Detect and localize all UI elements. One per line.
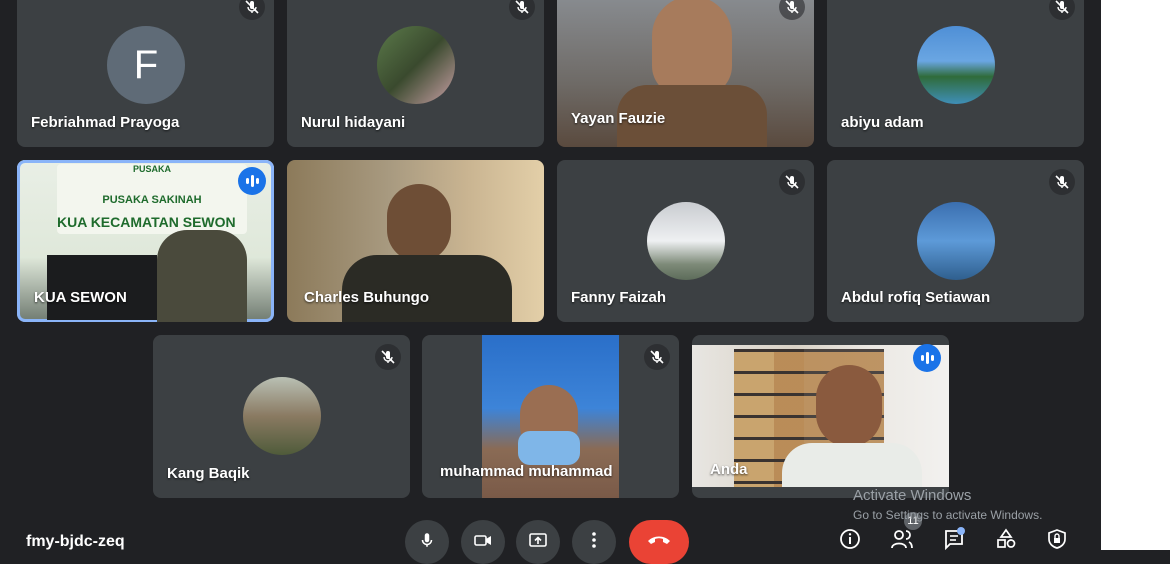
- mic-off-icon: [239, 0, 265, 20]
- participant-tile-abdul[interactable]: Abdul rofiq Setiawan: [827, 160, 1084, 322]
- more-icon: [591, 531, 597, 554]
- participant-name: Charles Buhungo: [304, 289, 430, 306]
- laptop: [47, 255, 157, 320]
- avatar: [377, 26, 455, 104]
- participant-tile-muhammad[interactable]: muhammad muhammad: [422, 335, 679, 498]
- participant-name: Fanny Faizah: [571, 289, 667, 306]
- mic-off-icon: [375, 344, 401, 370]
- mic-icon: [418, 531, 436, 554]
- video-feed: [387, 184, 451, 262]
- present-icon: [528, 531, 548, 554]
- speaking-indicator-icon: [238, 167, 266, 195]
- people-button[interactable]: [889, 528, 915, 554]
- avatar: [647, 202, 725, 280]
- people-icon: [890, 528, 914, 555]
- avatar: [243, 377, 321, 455]
- participant-name: KUA SEWON: [34, 289, 127, 306]
- participant-name: Febriahmad Prayoga: [31, 114, 180, 131]
- participant-name: Nurul hidayani: [301, 114, 406, 131]
- banner-top: PUSAKA: [132, 164, 171, 174]
- participant-name: Yayan Fauzie: [571, 110, 666, 127]
- present-button[interactable]: [516, 520, 560, 564]
- camera-icon: [473, 531, 493, 554]
- mic-off-icon: [779, 0, 805, 20]
- activate-windows-subtitle: Go to Settings to activate Windows.: [853, 508, 1043, 522]
- participant-tile-nurul[interactable]: Nurul hidayani: [287, 0, 544, 147]
- participant-tile-kang-baqik[interactable]: Kang Baqik: [153, 335, 410, 498]
- more-options-button[interactable]: [572, 520, 616, 564]
- meeting-code: fmy-bjdc-zeq: [26, 533, 125, 550]
- participant-name: Anda: [710, 461, 748, 478]
- activities-icon: [995, 528, 1017, 555]
- participant-tile-self[interactable]: Anda: [692, 335, 949, 498]
- shirt: [782, 443, 922, 487]
- avatar: [917, 26, 995, 104]
- meeting-details-button[interactable]: [837, 528, 863, 554]
- speaking-indicator-icon: [913, 344, 941, 372]
- person: [157, 230, 247, 322]
- mic-button[interactable]: [405, 520, 449, 564]
- participant-tile-febriahmad[interactable]: F Febriahmad Prayoga: [17, 0, 274, 147]
- video-feed: [652, 0, 732, 96]
- avatar: F: [107, 26, 185, 104]
- activities-button[interactable]: [993, 528, 1019, 554]
- end-call-icon: [646, 533, 672, 552]
- participant-tile-yayan[interactable]: Yayan Fauzie: [557, 0, 814, 147]
- chat-unread-dot: [957, 527, 965, 535]
- participant-tile-fanny[interactable]: Fanny Faizah: [557, 160, 814, 322]
- host-controls-button[interactable]: [1044, 528, 1070, 554]
- face: [816, 365, 882, 447]
- mic-off-icon: [509, 0, 535, 20]
- mic-off-icon: [644, 344, 670, 370]
- participant-tile-kua-sewon[interactable]: PUSAKA PUSAKA SAKINAH KUA KECAMATAN SEWO…: [17, 160, 274, 322]
- mic-off-icon: [779, 169, 805, 195]
- participant-tile-abiyu[interactable]: abiyu adam: [827, 0, 1084, 147]
- leave-call-button[interactable]: [629, 520, 689, 564]
- participant-name: Kang Baqik: [167, 465, 250, 482]
- mic-off-icon: [1049, 169, 1075, 195]
- participant-name: Abdul rofiq Setiawan: [841, 289, 991, 306]
- participant-name: abiyu adam: [841, 114, 924, 131]
- participant-name: muhammad muhammad: [440, 463, 613, 480]
- right-blank-area: [1101, 0, 1170, 550]
- banner-main: KUA KECAMATAN SEWON: [57, 214, 236, 230]
- activate-windows-title: Activate Windows: [853, 487, 972, 504]
- camera-button[interactable]: [461, 520, 505, 564]
- participant-tile-charles[interactable]: Charles Buhungo: [287, 160, 544, 322]
- mic-off-icon: [1049, 0, 1075, 20]
- host-controls-icon: [1046, 528, 1068, 555]
- banner-mid: PUSAKA SAKINAH: [102, 194, 202, 206]
- mask: [518, 431, 580, 465]
- avatar: [917, 202, 995, 280]
- info-icon: [839, 528, 861, 555]
